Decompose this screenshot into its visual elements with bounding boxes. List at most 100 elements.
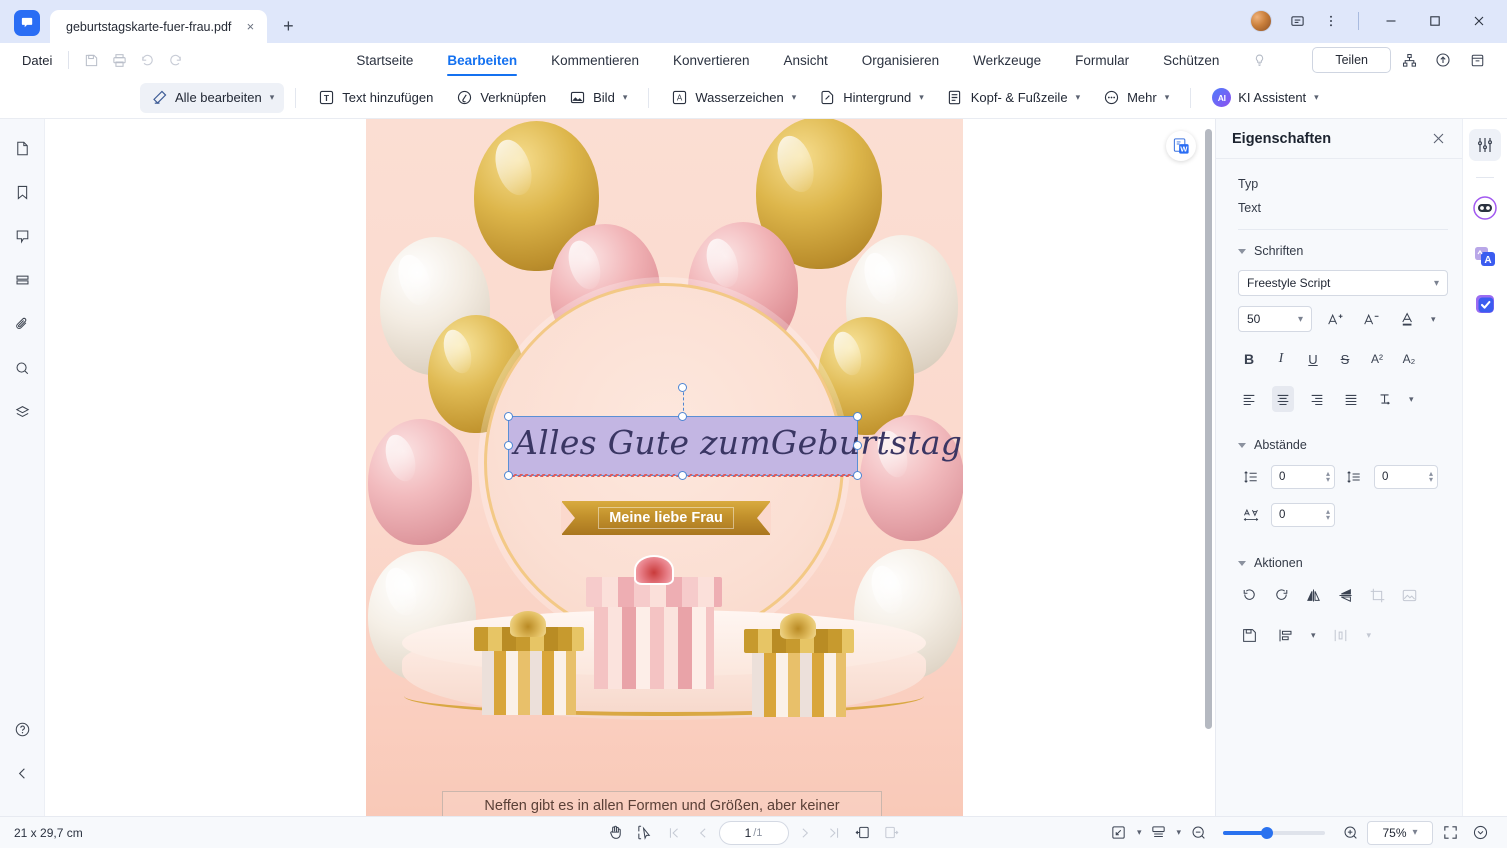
checklist-icon[interactable] [1469,288,1501,320]
align-center-button[interactable] [1272,386,1294,412]
italic-button[interactable]: I [1270,346,1292,372]
page-layout-icon[interactable] [1145,821,1171,845]
fonts-section-header[interactable]: Schriften [1238,244,1448,258]
stepper-arrows[interactable]: ▴ ▾ [1326,508,1330,522]
comment-icon[interactable] [7,221,37,251]
avatar[interactable] [1250,10,1272,32]
selected-text-object[interactable]: Alles Gute zumGeburtstag [504,383,962,480]
replace-image-button[interactable] [1398,582,1420,608]
page-number-input[interactable]: 1 /1 [718,820,789,845]
next-page-icon[interactable] [792,821,818,845]
verknuepfen-button[interactable]: Verknüpfen [445,83,556,113]
lightbulb-icon[interactable] [1244,46,1274,74]
save-object-button[interactable] [1238,622,1260,648]
undo-icon[interactable] [133,48,161,72]
align-objects-button[interactable] [1274,622,1296,648]
zoom-out-icon[interactable] [1185,821,1211,845]
bild-button[interactable]: Bild ▾ [558,83,637,113]
ai-assistant-icon[interactable] [1469,192,1501,224]
crop-button[interactable] [1366,582,1388,608]
search-icon[interactable] [7,353,37,383]
rotate-right-button[interactable] [1270,582,1292,608]
character-spacing-input[interactable]: 0 ▴ ▾ [1271,503,1335,527]
text-hinzufuegen-button[interactable]: T Text hinzufügen [307,83,443,113]
wasserzeichen-button[interactable]: A Wasserzeichen ▾ [660,83,806,113]
line-spacing-input[interactable]: 0 ▴ ▾ [1271,465,1335,489]
bookmark-icon[interactable] [7,177,37,207]
cloud-upload-icon[interactable] [1427,46,1459,74]
stepper-arrows[interactable]: ▴ ▾ [1326,470,1330,484]
tab-konvertieren[interactable]: Konvertieren [656,43,767,77]
resize-handle-sw[interactable] [504,471,513,480]
save-icon[interactable] [77,48,105,72]
distribute-objects-button[interactable] [1330,622,1352,648]
zoom-slider[interactable] [1223,826,1325,839]
select-tool-icon[interactable] [632,821,658,845]
ribbon-banner[interactable]: Meine liebe Frau [561,501,771,535]
last-page-icon[interactable] [821,821,847,845]
chevron-down-icon[interactable]: ▾ [1311,630,1316,641]
chevron-down-icon[interactable]: ▾ [1409,394,1414,405]
tab-ansicht[interactable]: Ansicht [767,43,845,77]
align-left-button[interactable] [1238,386,1260,412]
collapse-icon[interactable] [1467,821,1493,845]
zoom-level-select[interactable]: 75% ▾ [1367,820,1433,845]
minimize-icon[interactable] [1371,8,1411,34]
chevron-left-icon[interactable] [7,758,37,788]
list-icon[interactable] [7,265,37,295]
resize-handle-ne[interactable] [853,412,862,421]
tab-werkzeuge[interactable]: Werkzeuge [956,43,1058,77]
zoom-slider-handle[interactable] [1261,826,1273,839]
share-button[interactable]: Teilen [1312,47,1391,73]
chevron-down-icon[interactable]: ▾ [1431,314,1436,325]
chevron-down-icon[interactable]: ▾ [1176,827,1181,838]
font-size-select[interactable]: 50 ▾ [1238,306,1312,332]
rotate-handle[interactable] [678,383,687,392]
text-direction-button[interactable] [1374,386,1396,412]
resize-handle-w[interactable] [504,441,513,450]
print-icon[interactable] [105,48,133,72]
resize-handle-se[interactable] [853,471,862,480]
alle-bearbeiten-button[interactable]: Alle bearbeiten ▾ [140,82,285,113]
actions-section-header[interactable]: Aktionen [1238,556,1448,570]
document-canvas[interactable]: Alles Gute zumGeburtstag Meine liebe Fra… [45,119,1215,816]
archive-icon[interactable] [1461,46,1493,74]
more-vertical-icon[interactable] [1316,8,1346,34]
tab-startseite[interactable]: Startseite [339,43,430,77]
tab-formular[interactable]: Formular [1058,43,1146,77]
close-icon[interactable] [1426,127,1450,151]
paragraph-spacing-input[interactable]: 0 ▴ ▾ [1374,465,1438,489]
comment-icon[interactable] [1282,8,1312,34]
pdf-page[interactable]: Alles Gute zumGeburtstag Meine liebe Fra… [366,119,963,816]
attachment-icon[interactable] [7,309,37,339]
share-network-icon[interactable] [1393,46,1425,74]
tab-schuetzen[interactable]: Schützen [1146,43,1236,77]
rotate-left-button[interactable] [1238,582,1260,608]
resize-handle-s[interactable] [678,471,687,480]
new-tab-icon[interactable]: + [275,13,301,39]
resize-handle-nw[interactable] [504,412,513,421]
kopf-fusszeile-button[interactable]: Kopf- & Fußzeile ▾ [936,83,1090,113]
maximize-icon[interactable] [1415,8,1455,34]
tab-kommentieren[interactable]: Kommentieren [534,43,656,77]
bold-button[interactable]: B [1238,346,1260,372]
word-convert-icon[interactable]: W [1166,131,1196,161]
resize-handle-n[interactable] [678,412,687,421]
fit-page-icon[interactable] [1106,821,1132,845]
fullscreen-icon[interactable] [1437,821,1463,845]
translate-icon[interactable]: A [1469,240,1501,272]
tab-organisieren[interactable]: Organisieren [845,43,956,77]
redo-icon[interactable] [161,48,189,72]
single-page-view-icon[interactable] [850,821,876,845]
align-justify-button[interactable] [1340,386,1362,412]
mehr-button[interactable]: Mehr ▾ [1092,83,1179,113]
prev-page-icon[interactable] [690,821,716,845]
chevron-down-icon[interactable]: ▾ [1137,827,1142,838]
vertical-scrollbar[interactable] [1205,129,1212,810]
hintergrund-button[interactable]: Hintergrund ▾ [808,83,933,113]
help-icon[interactable] [7,714,37,744]
strikethrough-button[interactable]: S [1334,346,1356,372]
flip-vertical-button[interactable] [1334,582,1356,608]
stepper-arrows[interactable]: ▴ ▾ [1429,470,1433,484]
scrollbar-thumb[interactable] [1205,129,1212,729]
